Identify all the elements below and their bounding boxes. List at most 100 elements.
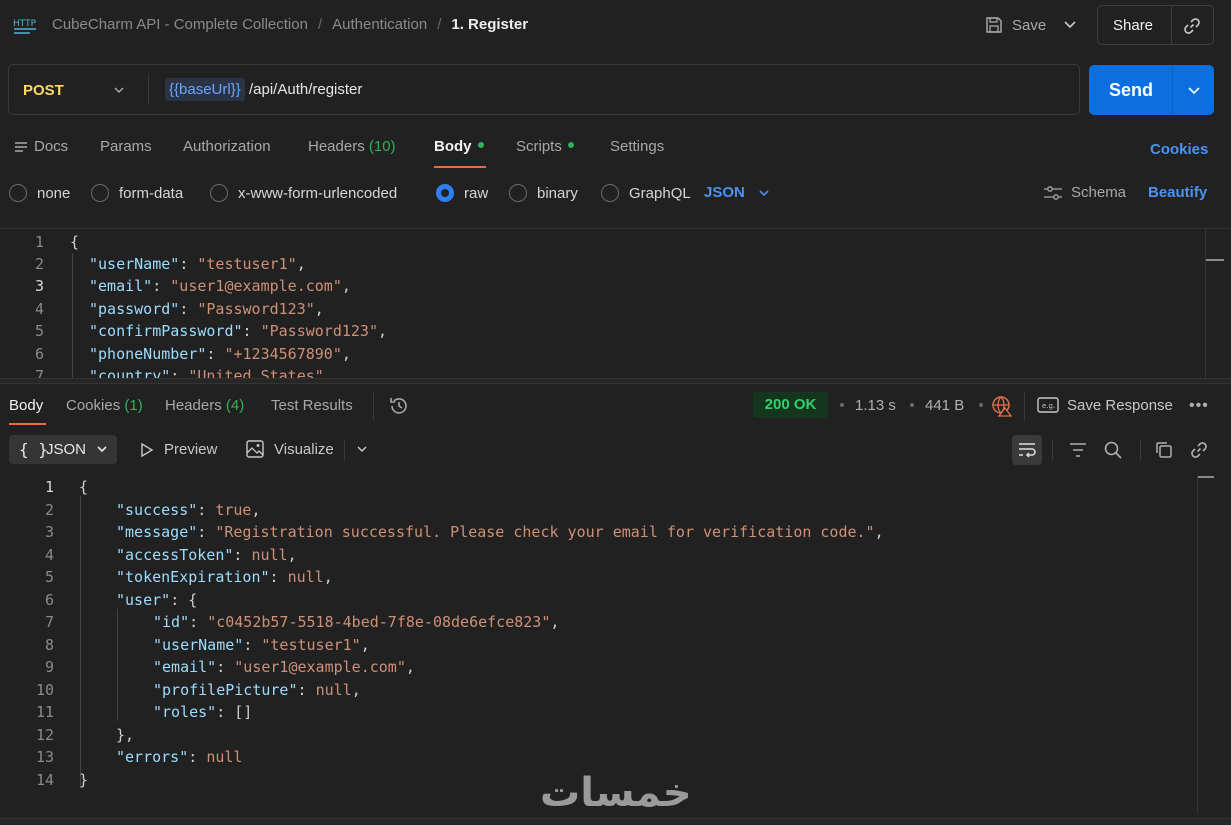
scrollbar-thumb[interactable] xyxy=(1198,476,1214,478)
docs-icon xyxy=(15,141,27,152)
code-line: 5 "tokenExpiration": null, xyxy=(44,568,333,586)
response-time[interactable]: 1.13 s xyxy=(855,397,896,414)
code-line: 10 "profilePicture": null, xyxy=(35,680,361,699)
chevron-down-icon[interactable] xyxy=(1060,14,1080,34)
example-icon: e.g. xyxy=(1037,397,1059,413)
network-globe-icon[interactable] xyxy=(991,395,1013,417)
url-input[interactable]: /api/Auth/register xyxy=(249,81,362,98)
method-select[interactable]: POST xyxy=(23,82,64,99)
schema-button[interactable]: Schema xyxy=(1043,184,1126,201)
radio-form-data[interactable]: form-data xyxy=(91,183,183,203)
wrap-icon xyxy=(1019,443,1036,458)
response-format-select[interactable]: { } JSON xyxy=(9,435,117,464)
response-tab-headers[interactable]: Headers (4) xyxy=(165,397,244,414)
history-icon[interactable] xyxy=(388,395,410,417)
save-label: Save xyxy=(1012,16,1047,34)
scrollbar[interactable] xyxy=(1205,229,1206,378)
tab-headers[interactable]: Headers (10) xyxy=(308,138,396,155)
breadcrumb: CubeCharm API - Complete Collection / Au… xyxy=(52,16,528,33)
svg-text:HTTP: HTTP xyxy=(13,19,37,29)
code-line: 14} xyxy=(35,770,89,789)
radio-raw[interactable]: raw xyxy=(436,183,488,203)
code-line: 6 "phoneNumber": "+1234567890", xyxy=(34,345,351,363)
code-line: 7 "country": "United States", xyxy=(34,367,333,378)
status-dot xyxy=(567,142,574,148)
share-label: Share xyxy=(1113,17,1154,34)
code-line: 6 "user": { xyxy=(44,590,198,609)
chevron-down-icon[interactable] xyxy=(1185,81,1203,99)
request-body-editor[interactable]: 1 { 2 "userName": "testuser1", 3 "email"… xyxy=(0,228,1231,378)
radio-none[interactable]: none xyxy=(9,183,70,203)
response-size[interactable]: 441 B xyxy=(925,397,964,414)
save-button[interactable]: Save xyxy=(984,8,1046,42)
wrap-lines-button[interactable] xyxy=(1012,435,1042,465)
code-line: 8 "userName": "testuser1", xyxy=(44,635,370,654)
tab-params[interactable]: Params xyxy=(100,138,152,155)
chevron-down-icon xyxy=(97,446,107,453)
code-line: 2 "userName": "testuser1", xyxy=(34,255,306,273)
active-tab-indicator xyxy=(434,166,486,168)
response-tab-body[interactable]: Body xyxy=(9,397,43,414)
image-icon xyxy=(246,440,264,458)
code-line: 5 "confirmPassword": "Password123", xyxy=(34,322,388,340)
scrollbar[interactable] xyxy=(1197,474,1198,814)
beautify-button[interactable]: Beautify xyxy=(1148,184,1207,201)
code-line: 1 { xyxy=(34,233,80,251)
code-line: 2 "success": true, xyxy=(44,500,261,519)
code-line: 9 "email": "user1@example.com", xyxy=(44,658,415,676)
pane-divider[interactable] xyxy=(0,378,1231,384)
watermark: خمسات xyxy=(540,771,692,815)
radio-binary[interactable]: binary xyxy=(509,183,578,203)
preview-button[interactable]: Preview xyxy=(140,441,217,458)
chevron-down-icon xyxy=(759,189,769,196)
status-dot xyxy=(477,142,484,148)
top-bar: HTTP CubeCharm API - Complete Collection… xyxy=(0,0,1231,52)
code-line: 3 "message": "Registration successful. Pl… xyxy=(44,523,884,541)
more-options-icon[interactable]: ••• xyxy=(1189,397,1209,415)
tab-docs[interactable]: Docs xyxy=(14,138,68,155)
code-line: 11 "roles": [] xyxy=(35,703,253,721)
svg-text:e.g.: e.g. xyxy=(1042,402,1055,410)
filter-icon[interactable] xyxy=(1068,440,1088,460)
code-line: 1{ xyxy=(44,478,89,496)
chevron-down-icon[interactable] xyxy=(354,441,370,457)
visualize-button[interactable]: Visualize xyxy=(246,440,334,458)
radio-graphql[interactable]: GraphQL xyxy=(601,183,691,203)
code-line: 13 "errors": null xyxy=(35,748,243,766)
code-line: 3 "email": "user1@example.com", xyxy=(34,277,351,295)
response-tab-test-results[interactable]: Test Results xyxy=(271,397,353,414)
search-icon[interactable] xyxy=(1103,440,1123,460)
send-label: Send xyxy=(1109,80,1154,100)
response-tab-cookies[interactable]: Cookies (1) xyxy=(66,397,143,414)
chevron-down-icon[interactable] xyxy=(111,82,127,98)
tab-settings[interactable]: Settings xyxy=(610,138,664,155)
sliders-icon xyxy=(1044,185,1062,200)
url-variable[interactable]: {{baseUrl}} xyxy=(165,78,245,101)
url-bar: POST {{baseUrl}} /api/Auth/register xyxy=(8,64,1080,115)
send-button[interactable]: Send xyxy=(1089,65,1214,115)
tab-body[interactable]: Body xyxy=(434,138,484,155)
http-icon: HTTP xyxy=(13,19,37,34)
status-badge[interactable]: 200 OK xyxy=(753,392,828,418)
cookies-link[interactable]: Cookies xyxy=(1150,141,1208,158)
breadcrumb-collection[interactable]: CubeCharm API - Complete Collection xyxy=(52,16,308,33)
body-format-select[interactable]: JSON xyxy=(704,184,771,201)
breadcrumb-separator: / xyxy=(437,16,442,33)
headers-count: (10) xyxy=(368,138,396,155)
copy-icon[interactable] xyxy=(1154,440,1174,460)
scrollbar-thumb[interactable] xyxy=(1206,259,1224,261)
code-line: 12}, xyxy=(35,725,135,744)
breadcrumb-separator: / xyxy=(317,16,323,33)
link-icon[interactable] xyxy=(1189,440,1209,460)
link-icon[interactable] xyxy=(1182,16,1202,36)
breadcrumb-request[interactable]: 1. Register xyxy=(451,16,528,33)
tab-authorization[interactable]: Authorization xyxy=(183,138,271,155)
breadcrumb-folder[interactable]: Authentication xyxy=(332,16,427,33)
active-tab-indicator xyxy=(9,423,46,425)
response-body-viewer[interactable]: 1{ 2 "success": true, 3 "message": "Registra… xyxy=(0,474,1231,814)
radio-urlencoded[interactable]: x-www-form-urlencoded xyxy=(210,183,397,203)
share-button[interactable]: Share xyxy=(1097,5,1214,45)
tab-scripts[interactable]: Scripts xyxy=(516,138,574,155)
play-icon xyxy=(141,442,154,457)
save-response-button[interactable]: e.g. Save Response xyxy=(1037,396,1173,414)
